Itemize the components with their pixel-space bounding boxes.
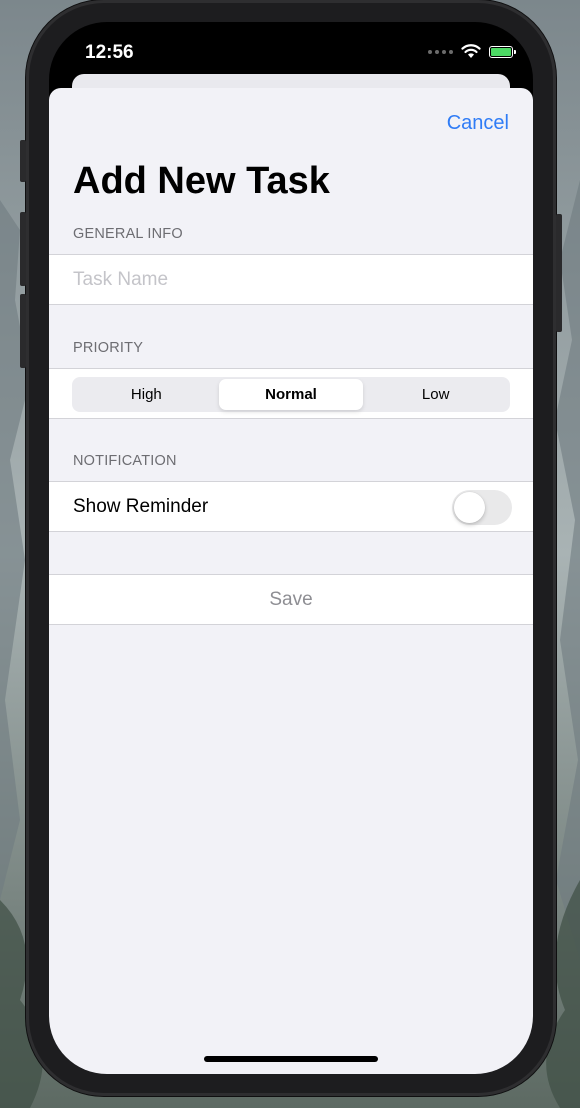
- general-info-header: GENERAL INFO: [73, 226, 183, 242]
- reminder-label: Show Reminder: [73, 496, 209, 517]
- wifi-icon: [461, 44, 481, 58]
- priority-option-normal[interactable]: Normal: [218, 379, 364, 410]
- add-task-sheet: Cancel Add New Task GENERAL INFO PRIORIT…: [49, 88, 533, 1074]
- cancel-button[interactable]: Cancel: [447, 112, 509, 135]
- volume-up-button: [20, 212, 26, 286]
- device-screen: 12:56 Cancel Add New Task GENERAL INFO P…: [49, 22, 533, 1074]
- priority-option-low[interactable]: Low: [363, 379, 508, 410]
- priority-header: PRIORITY: [73, 340, 144, 356]
- reminder-row: Show Reminder: [49, 481, 533, 532]
- toggle-knob: [454, 492, 485, 523]
- status-time: 12:56: [85, 42, 134, 63]
- task-name-row: [49, 254, 533, 305]
- battery-icon: [489, 45, 516, 58]
- priority-option-high[interactable]: High: [74, 379, 219, 410]
- mute-switch: [20, 140, 26, 182]
- task-name-input[interactable]: [73, 255, 503, 304]
- save-row: Save: [49, 574, 533, 625]
- priority-segmented-control: High Normal Low: [72, 377, 510, 412]
- save-button[interactable]: Save: [49, 575, 533, 624]
- status-indicators: [428, 44, 516, 59]
- volume-down-button: [20, 294, 26, 368]
- power-button: [556, 214, 562, 332]
- cellular-signal-icon: [428, 49, 453, 54]
- notification-header: NOTIFICATION: [73, 453, 177, 469]
- page-title: Add New Task: [73, 160, 330, 202]
- home-indicator[interactable]: [204, 1056, 378, 1062]
- notch: [156, 22, 426, 62]
- priority-row: High Normal Low: [49, 368, 533, 419]
- reminder-toggle[interactable]: [452, 490, 512, 525]
